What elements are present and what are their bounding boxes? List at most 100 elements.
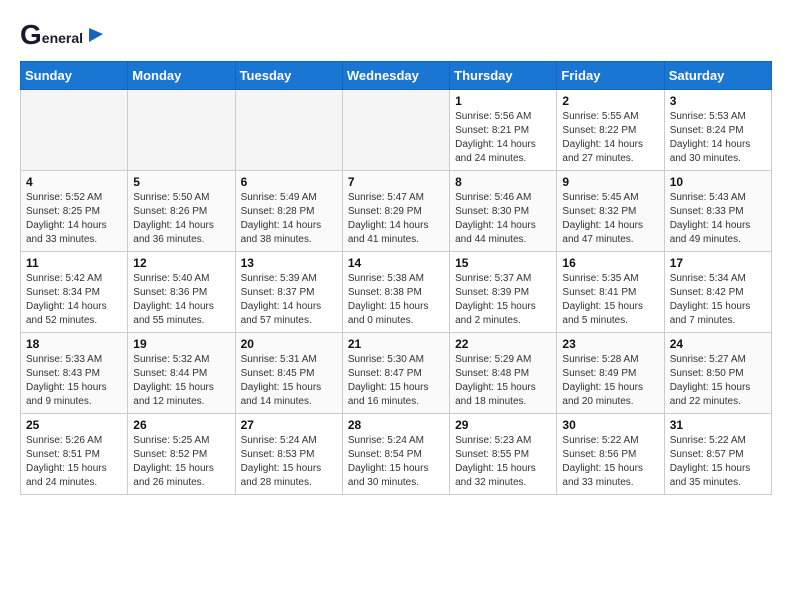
day-info: Sunrise: 5:55 AM Sunset: 8:22 PM Dayligh…: [562, 110, 658, 166]
day-info: Sunrise: 5:43 AM Sunset: 8:33 PM Dayligh…: [670, 191, 766, 247]
calendar-cell: 12 Sunrise: 5:40 AM Sunset: 8:36 PM Dayli…: [128, 251, 235, 332]
day-info: Sunrise: 5:26 AM Sunset: 8:51 PM Dayligh…: [26, 434, 122, 490]
day-number: 24: [670, 337, 766, 351]
calendar-cell: 29Sunrise: 5:23 AM Sunset: 8:55 PM Dayli…: [450, 413, 557, 494]
day-number: 5: [133, 175, 229, 189]
day-of-week-header: Sunday: [21, 61, 128, 89]
calendar-header-row: SundayMondayTuesdayWednesdayThursdayFrid…: [21, 61, 772, 89]
day-info: Sunrise: 5:23 AM Sunset: 8:55 PM Dayligh…: [455, 434, 551, 490]
calendar-cell: 14 Sunrise: 5:38 AM Sunset: 8:38 PM Dayli…: [342, 251, 449, 332]
day-number: 6: [241, 175, 337, 189]
calendar-cell: 25 Sunrise: 5:26 AM Sunset: 8:51 PM Dayli…: [21, 413, 128, 494]
day-number: 21: [348, 337, 444, 351]
calendar-cell: 3 Sunrise: 5:53 AM Sunset: 8:24 PM Daylig…: [664, 89, 771, 170]
day-info: Sunrise: 5:33 AM Sunset: 8:43 PM Dayligh…: [26, 353, 122, 409]
day-info: Sunrise: 5:28 AM Sunset: 8:49 PM Dayligh…: [562, 353, 658, 409]
day-info: Sunrise: 5:50 AM Sunset: 8:26 PM Dayligh…: [133, 191, 229, 247]
day-number: 26: [133, 418, 229, 432]
day-info: Sunrise: 5:24 AM Sunset: 8:53 PM Dayligh…: [241, 434, 337, 490]
day-info: Sunrise: 5:40 AM Sunset: 8:36 PM Dayligh…: [133, 272, 229, 328]
calendar-cell: 15 Sunrise: 5:37 AM Sunset: 8:39 PM Dayli…: [450, 251, 557, 332]
day-number: 16: [562, 256, 658, 270]
calendar-week-row: 25 Sunrise: 5:26 AM Sunset: 8:51 PM Dayli…: [21, 413, 772, 494]
day-number: 22: [455, 337, 551, 351]
day-number: 9: [562, 175, 658, 189]
day-number: 20: [241, 337, 337, 351]
calendar-cell: 8Sunrise: 5:46 AM Sunset: 8:30 PM Daylig…: [450, 170, 557, 251]
day-info: Sunrise: 5:25 AM Sunset: 8:52 PM Dayligh…: [133, 434, 229, 490]
calendar-cell: 22 Sunrise: 5:29 AM Sunset: 8:48 PM Dayli…: [450, 332, 557, 413]
day-of-week-header: Saturday: [664, 61, 771, 89]
day-info: Sunrise: 5:30 AM Sunset: 8:47 PM Dayligh…: [348, 353, 444, 409]
day-number: 2: [562, 94, 658, 108]
day-number: 19: [133, 337, 229, 351]
calendar-cell: 23 Sunrise: 5:28 AM Sunset: 8:49 PM Dayli…: [557, 332, 664, 413]
day-info: Sunrise: 5:22 AM Sunset: 8:57 PM Dayligh…: [670, 434, 766, 490]
calendar-cell: 1 Sunrise: 5:56 AM Sunset: 8:21 PM Daylig…: [450, 89, 557, 170]
calendar-cell: [342, 89, 449, 170]
page-header: G eneral: [20, 20, 772, 51]
logo-g: G: [20, 20, 42, 51]
day-info: Sunrise: 5:31 AM Sunset: 8:45 PM Dayligh…: [241, 353, 337, 409]
calendar-cell: 26 Sunrise: 5:25 AM Sunset: 8:52 PM Dayli…: [128, 413, 235, 494]
calendar-cell: 4Sunrise: 5:52 AM Sunset: 8:25 PM Daylig…: [21, 170, 128, 251]
day-info: Sunrise: 5:39 AM Sunset: 8:37 PM Dayligh…: [241, 272, 337, 328]
day-info: Sunrise: 5:35 AM Sunset: 8:41 PM Dayligh…: [562, 272, 658, 328]
day-of-week-header: Wednesday: [342, 61, 449, 89]
day-number: 18: [26, 337, 122, 351]
day-info: Sunrise: 5:38 AM Sunset: 8:38 PM Dayligh…: [348, 272, 444, 328]
day-of-week-header: Friday: [557, 61, 664, 89]
day-number: 12: [133, 256, 229, 270]
day-number: 28: [348, 418, 444, 432]
calendar-week-row: 4Sunrise: 5:52 AM Sunset: 8:25 PM Daylig…: [21, 170, 772, 251]
calendar-cell: [128, 89, 235, 170]
day-info: Sunrise: 5:34 AM Sunset: 8:42 PM Dayligh…: [670, 272, 766, 328]
day-of-week-header: Tuesday: [235, 61, 342, 89]
day-info: Sunrise: 5:47 AM Sunset: 8:29 PM Dayligh…: [348, 191, 444, 247]
day-info: Sunrise: 5:29 AM Sunset: 8:48 PM Dayligh…: [455, 353, 551, 409]
day-number: 30: [562, 418, 658, 432]
calendar-cell: 16 Sunrise: 5:35 AM Sunset: 8:41 PM Dayli…: [557, 251, 664, 332]
day-number: 27: [241, 418, 337, 432]
day-number: 15: [455, 256, 551, 270]
calendar-cell: 11 Sunrise: 5:42 AM Sunset: 8:34 PM Dayli…: [21, 251, 128, 332]
calendar-week-row: 18 Sunrise: 5:33 AM Sunset: 8:43 PM Dayli…: [21, 332, 772, 413]
calendar-cell: 18 Sunrise: 5:33 AM Sunset: 8:43 PM Dayli…: [21, 332, 128, 413]
day-info: Sunrise: 5:56 AM Sunset: 8:21 PM Dayligh…: [455, 110, 551, 166]
day-number: 17: [670, 256, 766, 270]
day-of-week-header: Monday: [128, 61, 235, 89]
calendar-cell: 28 Sunrise: 5:24 AM Sunset: 8:54 PM Dayli…: [342, 413, 449, 494]
day-info: Sunrise: 5:42 AM Sunset: 8:34 PM Dayligh…: [26, 272, 122, 328]
day-number: 10: [670, 175, 766, 189]
day-info: Sunrise: 5:32 AM Sunset: 8:44 PM Dayligh…: [133, 353, 229, 409]
day-number: 14: [348, 256, 444, 270]
day-of-week-header: Thursday: [450, 61, 557, 89]
calendar-cell: 27 Sunrise: 5:24 AM Sunset: 8:53 PM Dayli…: [235, 413, 342, 494]
calendar-cell: [21, 89, 128, 170]
day-number: 3: [670, 94, 766, 108]
calendar-cell: 19 Sunrise: 5:32 AM Sunset: 8:44 PM Dayli…: [128, 332, 235, 413]
day-number: 11: [26, 256, 122, 270]
day-number: 1: [455, 94, 551, 108]
calendar-cell: 31 Sunrise: 5:22 AM Sunset: 8:57 PM Dayli…: [664, 413, 771, 494]
day-info: Sunrise: 5:37 AM Sunset: 8:39 PM Dayligh…: [455, 272, 551, 328]
day-info: Sunrise: 5:24 AM Sunset: 8:54 PM Dayligh…: [348, 434, 444, 490]
calendar-cell: 21 Sunrise: 5:30 AM Sunset: 8:47 PM Dayli…: [342, 332, 449, 413]
day-number: 13: [241, 256, 337, 270]
day-number: 23: [562, 337, 658, 351]
day-number: 31: [670, 418, 766, 432]
day-info: Sunrise: 5:45 AM Sunset: 8:32 PM Dayligh…: [562, 191, 658, 247]
day-info: Sunrise: 5:53 AM Sunset: 8:24 PM Dayligh…: [670, 110, 766, 166]
calendar-cell: 30Sunrise: 5:22 AM Sunset: 8:56 PM Dayli…: [557, 413, 664, 494]
calendar-cell: 5 Sunrise: 5:50 AM Sunset: 8:26 PM Daylig…: [128, 170, 235, 251]
day-info: Sunrise: 5:46 AM Sunset: 8:30 PM Dayligh…: [455, 191, 551, 247]
day-number: 25: [26, 418, 122, 432]
calendar-cell: 2 Sunrise: 5:55 AM Sunset: 8:22 PM Daylig…: [557, 89, 664, 170]
calendar-cell: 7Sunrise: 5:47 AM Sunset: 8:29 PM Daylig…: [342, 170, 449, 251]
calendar-cell: 6Sunrise: 5:49 AM Sunset: 8:28 PM Daylig…: [235, 170, 342, 251]
calendar-table: SundayMondayTuesdayWednesdayThursdayFrid…: [20, 61, 772, 495]
calendar-cell: 9 Sunrise: 5:45 AM Sunset: 8:32 PM Daylig…: [557, 170, 664, 251]
logo-eneral: eneral: [42, 31, 83, 50]
calendar-cell: [235, 89, 342, 170]
calendar-cell: 17 Sunrise: 5:34 AM Sunset: 8:42 PM Dayli…: [664, 251, 771, 332]
